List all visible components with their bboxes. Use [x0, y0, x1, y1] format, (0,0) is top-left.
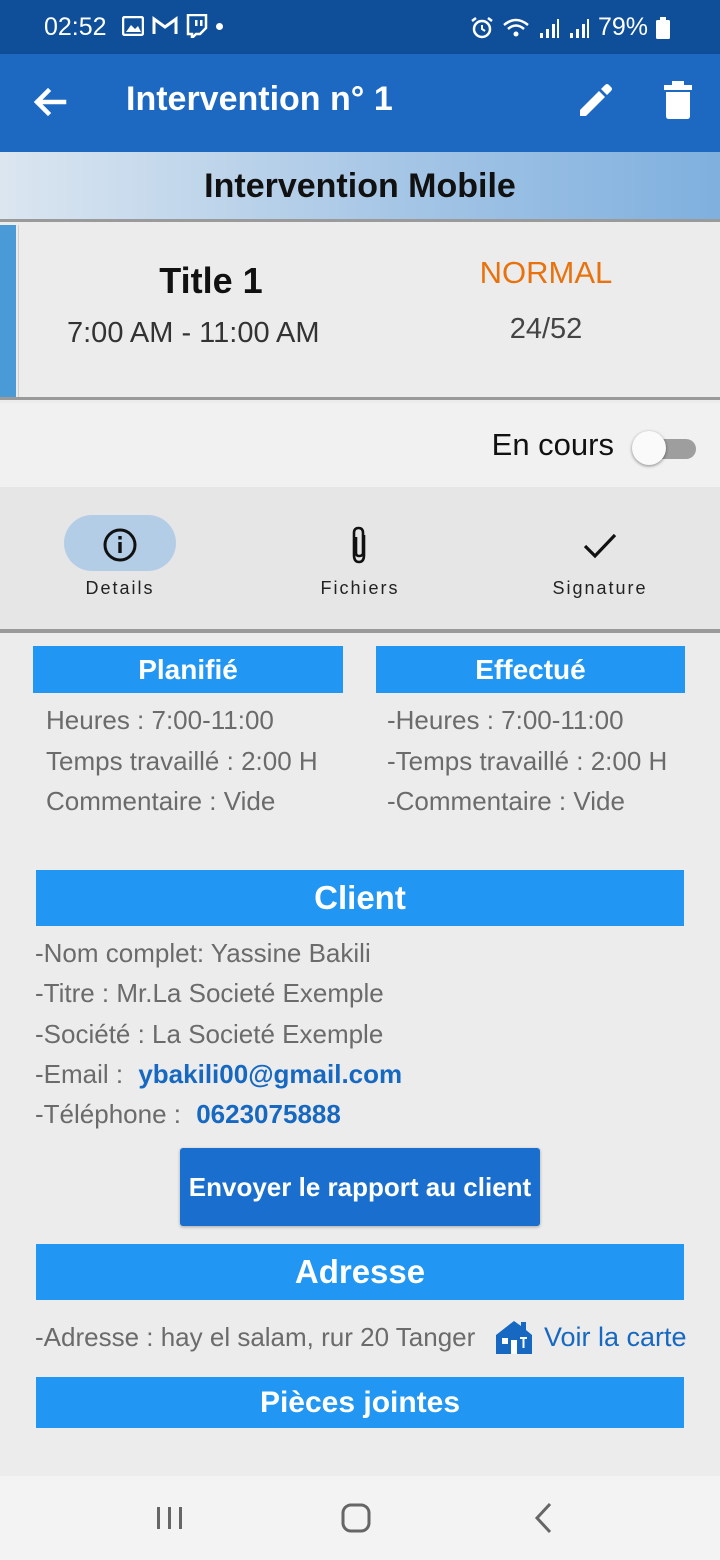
effectue-temps: -Temps travaillé : 2:00 H [387, 746, 668, 776]
client-societe: -Société : La Societé Exemple [35, 1019, 384, 1049]
card-accent-bar [0, 225, 16, 397]
effectue-header: Effectué [376, 646, 685, 693]
card-time-range: 7:00 AM - 11:00 AM [67, 317, 320, 349]
status-time: 02:52 [44, 13, 107, 41]
priority-label: NORMAL [479, 255, 613, 290]
card-body: Title 1 7:00 AM - 11:00 AM NORMAL 24/52 [18, 225, 720, 397]
alarm-icon [471, 16, 493, 38]
client-telephone-row: -Téléphone : 0623075888 [35, 1099, 341, 1130]
send-report-button[interactable]: Envoyer le rapport au client [180, 1148, 540, 1226]
pieces-jointes-header: Pièces jointes [36, 1377, 684, 1428]
planifie-temps: Temps travaillé : 2:00 H [46, 746, 318, 776]
app-bar: Intervention n° 1 [0, 54, 720, 152]
page-title: Intervention n° 1 [126, 80, 393, 118]
tab-label-signature: Signature [552, 578, 648, 598]
card-counter: 24/52 [509, 313, 583, 345]
dot-icon [216, 22, 223, 30]
check-icon [583, 533, 617, 559]
battery-icon [656, 16, 670, 39]
system-icons: 79% [470, 13, 670, 42]
tab-bar: Details Fichiers Signature [0, 487, 720, 633]
tab-details[interactable]: Details [0, 487, 240, 633]
status-row: En cours [0, 403, 720, 487]
system-nav-bar [0, 1476, 720, 1560]
tab-label-fichiers: Fichiers [320, 578, 400, 598]
status-toggle[interactable] [632, 431, 698, 465]
gmail-icon [152, 16, 178, 34]
paperclip-icon [352, 526, 366, 564]
status-bar: 02:52 79% [0, 0, 720, 54]
image-icon [122, 16, 144, 36]
client-email-row: -Email : ybakili00@gmail.com [35, 1059, 402, 1090]
client-header: Client [36, 870, 684, 926]
signal-icon [569, 18, 589, 38]
effectue-heures: -Heures : 7:00-11:00 [387, 705, 624, 735]
header-band: Intervention Mobile [0, 152, 720, 222]
back-arrow-icon[interactable] [30, 82, 70, 122]
intervention-card[interactable]: Title 1 7:00 AM - 11:00 AM NORMAL 24/52 [0, 225, 720, 400]
client-email-label: -Email : [35, 1059, 131, 1089]
battery-percent: 79% [597, 13, 648, 41]
home-icon[interactable] [334, 1496, 378, 1540]
header-title: Intervention Mobile [204, 167, 516, 205]
info-icon [103, 528, 137, 562]
toggle-thumb [632, 431, 666, 465]
wifi-icon [503, 18, 529, 36]
twitch-icon [186, 14, 208, 38]
card-title: Title 1 [159, 260, 263, 301]
planifie-heures: Heures : 7:00-11:00 [46, 705, 274, 735]
back-icon[interactable] [522, 1496, 566, 1540]
planifie-header: Planifié [33, 646, 343, 693]
edit-icon[interactable] [574, 80, 616, 122]
tab-fichiers[interactable]: Fichiers [240, 487, 480, 633]
recent-apps-icon[interactable] [148, 1496, 192, 1540]
adresse-header: Adresse [36, 1244, 684, 1300]
planifie-commentaire: Commentaire : Vide [46, 786, 276, 816]
tab-signature[interactable]: Signature [480, 487, 720, 633]
status-label: En cours [491, 427, 614, 462]
client-nom: -Nom complet: Yassine Bakili [35, 938, 371, 968]
client-email-link[interactable]: ybakili00@gmail.com [138, 1059, 402, 1089]
adresse-text: -Adresse : hay el salam, rur 20 Tanger [35, 1322, 476, 1352]
signal-icon [539, 18, 559, 38]
notification-icons [122, 14, 223, 38]
client-telephone-link[interactable]: 0623075888 [196, 1099, 341, 1129]
map-house-icon[interactable] [494, 1318, 534, 1356]
client-telephone-label: -Téléphone : [35, 1099, 189, 1129]
client-titre: -Titre : Mr.La Societé Exemple [35, 978, 384, 1008]
tab-label-details: Details [85, 578, 155, 598]
map-link[interactable]: Voir la carte [544, 1322, 687, 1353]
delete-icon[interactable] [660, 80, 696, 120]
effectue-commentaire: -Commentaire : Vide [387, 786, 625, 816]
